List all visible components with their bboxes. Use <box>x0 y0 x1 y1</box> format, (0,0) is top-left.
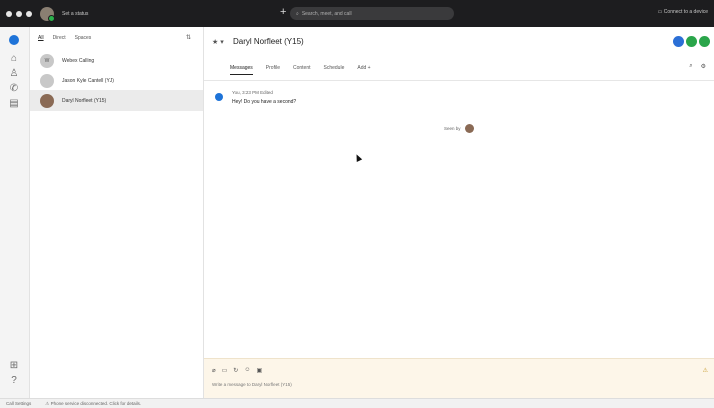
conversation-header: ★ ▾ Daryl Norfleet (Y15) Messages Profil… <box>204 27 714 81</box>
attach-icon[interactable]: ⌀ <box>212 367 216 374</box>
avatar: W <box>40 53 54 68</box>
message-input[interactable]: Write a message to Daryl Norfleet (Y15) <box>212 382 292 387</box>
search-bar[interactable]: ⌕ Search, meet, and call <box>290 7 454 20</box>
user-avatar[interactable] <box>40 6 55 22</box>
meetings-icon[interactable]: ▤ <box>7 96 21 110</box>
tab-profile[interactable]: Profile <box>266 65 280 75</box>
conversation-title: Daryl Norfleet (Y15) <box>233 37 304 46</box>
list-item[interactable]: Jason Kyle Cantell (YJ) <box>30 70 203 91</box>
avatar <box>215 93 223 101</box>
filter-icon[interactable]: ⇅ <box>186 34 191 41</box>
new-plus-icon[interactable]: + <box>280 7 286 18</box>
warning-icon[interactable]: ⚠ <box>703 367 708 374</box>
contacts-icon[interactable]: ♙ <box>7 66 21 80</box>
avatar <box>40 93 54 108</box>
call-buttons <box>673 36 710 47</box>
set-status-link[interactable]: Set a status <box>62 11 88 17</box>
phone-alert-text: Phone service disconnected. Click for de… <box>50 400 142 406</box>
filter-all[interactable]: All <box>38 35 44 41</box>
seen-by-label: Seen by <box>444 126 461 131</box>
connect-device-button[interactable]: ▭ Connect to a device <box>658 9 708 15</box>
list-item-name: Webex Calling <box>62 57 95 64</box>
title-bar: Set a status + ⌕ Search, meet, and call … <box>0 0 714 27</box>
messaging-icon[interactable] <box>9 35 19 45</box>
tab-content[interactable]: Content <box>293 65 311 75</box>
list-item-name: Daryl Norfleet (Y15) <box>62 97 107 104</box>
video-call-icon[interactable] <box>673 36 684 47</box>
avatar <box>40 73 54 88</box>
list-item[interactable]: W Webex Calling <box>30 50 203 71</box>
list-filters: All Direct Spaces <box>38 35 91 41</box>
audio-call-icon[interactable] <box>686 36 697 47</box>
avatar <box>464 124 474 133</box>
read-receipt: Seen by <box>444 124 474 133</box>
list-item-name: Jason Kyle Cantell (YJ) <box>62 77 114 84</box>
gif-icon[interactable]: ↻ <box>233 367 238 374</box>
tab-schedule[interactable]: Schedule <box>324 65 345 75</box>
header-tools: ⌕ ⚙ <box>689 63 706 70</box>
apps-icon[interactable]: ⊞ <box>7 358 21 372</box>
filter-direct[interactable]: Direct <box>53 35 66 41</box>
conversation-pane: ★ ▾ Daryl Norfleet (Y15) Messages Profil… <box>204 27 714 398</box>
list-item-selected[interactable]: Daryl Norfleet (Y15) <box>30 90 203 111</box>
calls-icon[interactable]: ✆ <box>7 81 21 95</box>
search-icon[interactable]: ⌕ <box>689 63 692 70</box>
emoji-icon[interactable]: ☺ <box>244 367 250 374</box>
mouse-cursor <box>353 153 363 162</box>
message-composer: ⌀ ▭ ↻ ☺ ▣ Write a message to Daryl Norfl… <box>204 358 714 398</box>
phone-alert[interactable]: ⚠ Phone service disconnected. Click for … <box>45 401 141 407</box>
meeting-icon[interactable] <box>699 36 710 47</box>
call-settings-link[interactable]: Call Settings <box>6 401 31 406</box>
filter-spaces[interactable]: Spaces <box>75 35 92 41</box>
connect-label: Connect to a device <box>663 9 708 15</box>
search-placeholder: Search, meet, and call <box>301 10 352 17</box>
message-meta: You, 3:23 PM Edited <box>232 90 273 95</box>
help-icon[interactable]: ? <box>7 373 21 387</box>
navigation-rail: ⌂ ♙ ✆ ▤ ⊞ ? <box>0 27 30 398</box>
favorite-star-icon[interactable]: ★ ▾ <box>212 38 224 46</box>
tab-add[interactable]: Add + <box>357 65 370 75</box>
status-bar: Call Settings ⚠ Phone service disconnect… <box>0 398 714 408</box>
window-controls[interactable] <box>6 10 32 17</box>
tab-messages[interactable]: Messages <box>230 65 253 75</box>
search-icon: ⌕ <box>296 10 299 17</box>
teams-icon[interactable]: ⌂ <box>7 51 21 65</box>
whiteboard-icon[interactable]: ▣ <box>256 367 262 374</box>
composer-tools: ⌀ ▭ ↻ ☺ ▣ <box>212 367 262 374</box>
conversation-list: All Direct Spaces ⇅ W Webex Calling Jaso… <box>30 27 204 398</box>
webex-window: Set a status + ⌕ Search, meet, and call … <box>0 0 714 408</box>
message-text: Hey! Do you have a second? <box>232 99 297 105</box>
settings-icon[interactable]: ⚙ <box>701 63 706 70</box>
screenshot-icon[interactable]: ▭ <box>222 367 228 374</box>
conversation-tabs: Messages Profile Content Schedule Add + <box>230 65 371 75</box>
